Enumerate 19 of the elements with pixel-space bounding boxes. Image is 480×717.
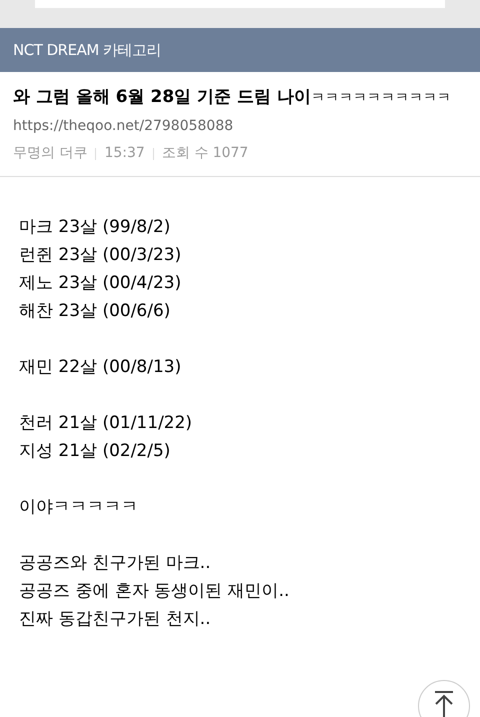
body-text-line: 공공즈 중에 혼자 동생이된 재민이.. xyxy=(19,580,290,603)
body-text-line: 이야ㅋㅋㅋㅋㅋ xyxy=(19,496,139,519)
scroll-top-button[interactable] xyxy=(418,680,470,717)
body-text-line: 지성 21살 (02/2/5) xyxy=(19,440,172,463)
body-text-line: 재민 22살 (00/8/13) xyxy=(19,356,182,379)
view-count: 조회 수 1077 xyxy=(162,144,248,163)
body-text-line: 진짜 동갑친구가된 천지.. xyxy=(19,608,212,631)
body-text-line: 마크 23살 (99/8/2) xyxy=(19,216,172,239)
category-title[interactable]: NCT DREAM 카테고리 xyxy=(13,38,162,62)
body-text-line: 제노 23살 (00/4/23) xyxy=(19,272,182,295)
body-text-line: 해찬 23살 (00/6/6) xyxy=(19,300,172,323)
body-text-line: 천러 21살 (01/11/22) xyxy=(19,412,194,435)
arrow-up-icon xyxy=(434,691,454,717)
author-name: 무명의 더쿠 xyxy=(13,144,88,163)
post-url[interactable]: https://theqoo.net/2798058088 xyxy=(13,116,467,137)
post-time: 15:37 xyxy=(104,144,145,163)
post-title: 와 그럼 올해 6월 28일 기준 드림 나이 ㅋㅋㅋㅋㅋㅋㅋㅋㅋㅋ xyxy=(13,86,452,109)
body-text-line: 공공즈와 친구가된 마크.. xyxy=(19,552,212,575)
body-text-line: 런쥔 23살 (00/3/23) xyxy=(19,244,182,267)
